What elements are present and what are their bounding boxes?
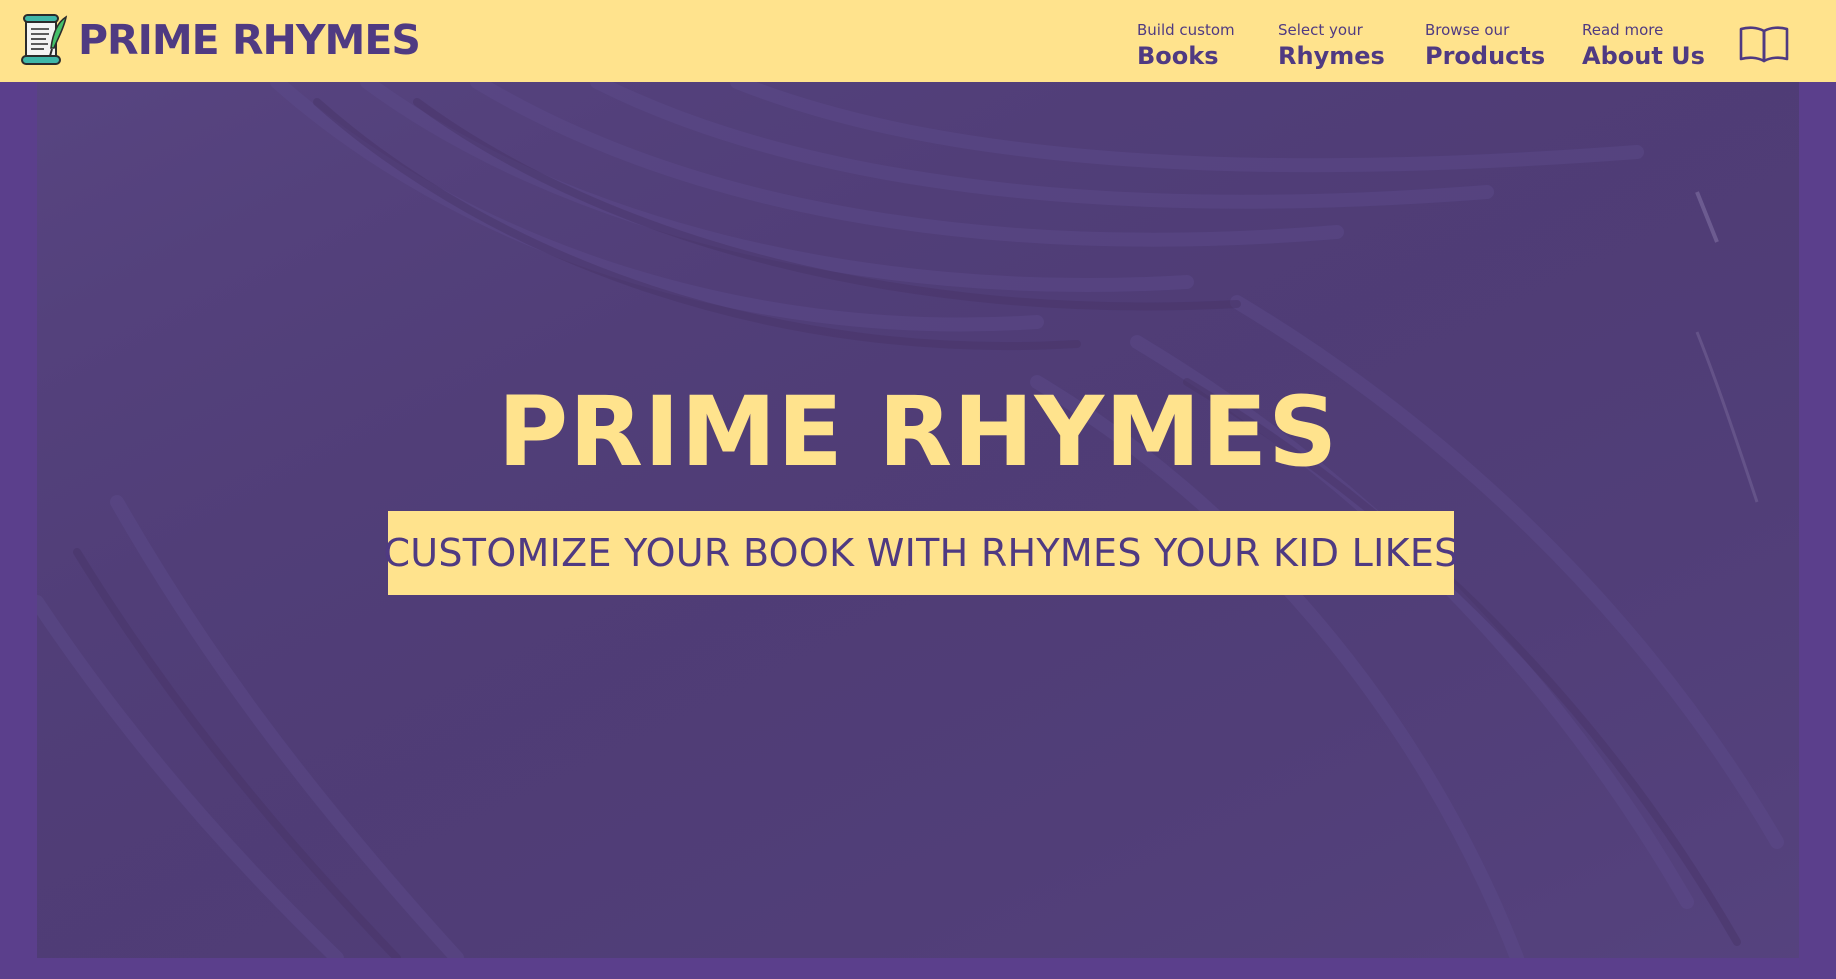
open-book-icon: [1739, 26, 1789, 63]
nav-link-about-us-caption: Read more: [1582, 21, 1664, 39]
hero-section: PRIME RHYMES CUSTOMIZE YOUR BOOK WITH RH…: [37, 82, 1799, 958]
brand-logo-link[interactable]: PRIME RHYMES: [20, 14, 421, 66]
open-book-menu-button[interactable]: [1738, 24, 1790, 64]
nav-link-books[interactable]: Build custom Books: [1137, 21, 1235, 73]
nav-link-about-us-label: About Us: [1582, 42, 1705, 70]
nav-link-products-caption: Browse our: [1425, 21, 1510, 39]
hero-title: PRIME RHYMES: [497, 376, 1339, 488]
nav-link-about-us[interactable]: Read more About Us: [1582, 21, 1705, 73]
nav-link-rhymes-label: Rhymes: [1278, 42, 1385, 70]
nav-link-books-caption: Build custom: [1137, 21, 1235, 39]
hero-tagline: CUSTOMIZE YOUR BOOK WITH RHYMES YOUR KID…: [383, 531, 1459, 575]
hero-tagline-banner: CUSTOMIZE YOUR BOOK WITH RHYMES YOUR KID…: [383, 511, 1458, 595]
nav-link-products-label: Products: [1425, 42, 1546, 70]
nav-link-rhymes-caption: Select your: [1278, 21, 1363, 39]
nav-link-rhymes[interactable]: Select your Rhymes: [1278, 21, 1385, 73]
nav-link-books-label: Books: [1137, 42, 1219, 70]
scroll-quill-icon: [21, 14, 68, 65]
brand-name: PRIME RHYMES: [78, 16, 421, 64]
nav-link-products[interactable]: Browse our Products: [1425, 21, 1545, 73]
site-header: PRIME RHYMES Build custom Books Select y…: [0, 0, 1836, 82]
